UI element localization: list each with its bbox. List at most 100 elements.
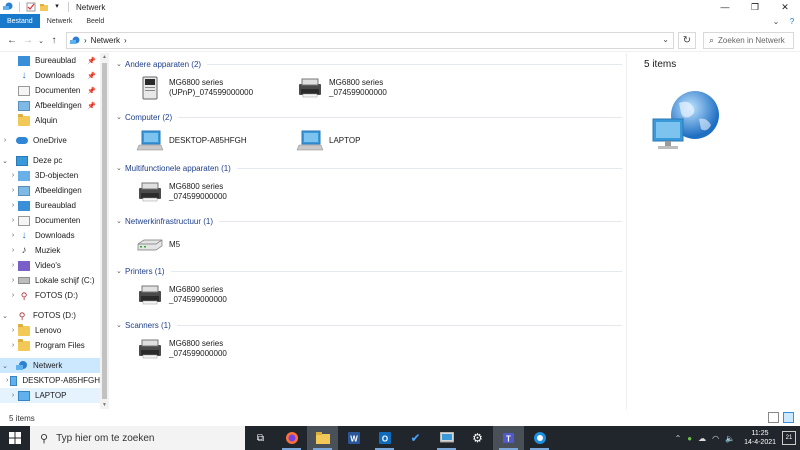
expand-chevron-icon[interactable]: ›	[0, 137, 10, 144]
properties-icon[interactable]	[26, 2, 36, 12]
minimize-button[interactable]: —	[710, 0, 740, 14]
help-icon[interactable]: ?	[784, 17, 800, 26]
wifi-icon[interactable]: ◠	[712, 434, 719, 443]
settings-gear-icon[interactable]: ⚙	[462, 426, 493, 450]
close-button[interactable]: ✕	[770, 0, 800, 14]
app-tray-icon[interactable]: ●	[687, 434, 692, 443]
collapse-chevron-icon[interactable]: ⌄	[0, 312, 10, 320]
address-bar[interactable]: › Netwerk › ⌄	[66, 32, 674, 49]
scroll-down-icon[interactable]: ▼	[100, 401, 109, 409]
expand-chevron-icon[interactable]: ›	[8, 262, 18, 269]
device-item[interactable]: MG6800 series _074599000000	[136, 280, 227, 310]
sidebar-item-lenovo[interactable]: › Lenovo	[0, 323, 100, 338]
group-header[interactable]: ⌄ Printers (1)	[116, 265, 622, 277]
sidebar-item-downloads[interactable]: ↓ Downloads 📌	[0, 68, 100, 83]
expand-chevron-icon[interactable]: ›	[8, 327, 18, 334]
network-app-icon[interactable]	[3, 2, 13, 12]
tab-bestand[interactable]: Bestand	[0, 14, 40, 28]
breadcrumb-chevron-icon[interactable]: ›	[124, 36, 127, 45]
sidebar-item-documenten-2[interactable]: › Documenten	[0, 213, 100, 228]
sidebar-item-alquin[interactable]: Alquin	[0, 113, 100, 128]
device-item[interactable]: MG6800 series _074599000000	[136, 177, 227, 207]
sidebar-item-muziek[interactable]: › ♪ Muziek	[0, 243, 100, 258]
sidebar-item-laptop[interactable]: › LAPTOP	[0, 388, 100, 403]
search-input[interactable]: ⌕ Zoeken in Netwerk	[703, 32, 794, 49]
breadcrumb[interactable]: Netwerk	[91, 36, 120, 45]
group-collapse-icon[interactable]: ⌄	[116, 217, 125, 225]
task-view-icon[interactable]: ⧉	[245, 426, 276, 450]
start-button[interactable]	[0, 426, 30, 450]
sidebar-item-program-files[interactable]: › Program Files	[0, 338, 100, 353]
group-collapse-icon[interactable]: ⌄	[116, 60, 125, 68]
device-item[interactable]: M5	[136, 230, 180, 260]
up-button[interactable]: ↑	[46, 32, 62, 50]
group-header[interactable]: ⌄ Netwerkinfrastructuur (1)	[116, 215, 622, 227]
group-collapse-icon[interactable]: ⌄	[116, 321, 125, 329]
expand-chevron-icon[interactable]: ›	[8, 202, 18, 209]
show-hidden-icons-icon[interactable]: ⌃	[675, 434, 682, 443]
volume-icon[interactable]: 🔈	[725, 434, 735, 443]
clock[interactable]: 11:25 14-4-2021	[744, 429, 776, 447]
quick-access-dropdown-icon[interactable]: ▾	[52, 2, 62, 12]
sidebar-item-afbeeldingen-2[interactable]: › Afbeeldingen	[0, 183, 100, 198]
sidebar-item-documenten[interactable]: Documenten 📌	[0, 83, 100, 98]
sidebar-item-netwerk[interactable]: ⌄ Netwerk	[0, 358, 100, 373]
sidebar-item-desktop-a85hfgh[interactable]: › DESKTOP-A85HFGH	[0, 373, 100, 388]
expand-chevron-icon[interactable]: ›	[8, 172, 18, 179]
sidebar-item-videos[interactable]: › Video's	[0, 258, 100, 273]
sidebar-item-3d-objecten[interactable]: › 3D-objecten	[0, 168, 100, 183]
device-item[interactable]: MG6800 series (UPnP)_074599000000	[136, 73, 253, 103]
expand-chevron-icon[interactable]: ›	[8, 277, 18, 284]
sidebar-item-fotos-d[interactable]: › ⚲ FOTOS (D:)	[0, 288, 100, 303]
group-header[interactable]: ⌄ Andere apparaten (2)	[116, 58, 622, 70]
tab-netwerk[interactable]: Netwerk	[40, 14, 80, 28]
group-collapse-icon[interactable]: ⌄	[116, 113, 125, 121]
sidebar-item-deze-pc[interactable]: ⌄ Deze pc	[0, 153, 100, 168]
word-icon[interactable]: W	[338, 426, 369, 450]
expand-chevron-icon[interactable]: ›	[8, 342, 18, 349]
sidebar-item-downloads-2[interactable]: › ↓ Downloads	[0, 228, 100, 243]
sidebar-item-bureaublad-2[interactable]: › Bureaublad	[0, 198, 100, 213]
group-collapse-icon[interactable]: ⌄	[116, 164, 125, 172]
sidebar-item-onedrive[interactable]: › OneDrive	[0, 133, 100, 148]
expand-chevron-icon[interactable]: ›	[8, 217, 18, 224]
firefox-icon[interactable]	[276, 426, 307, 450]
sidebar-item-fotos-d-root[interactable]: ⌄ ⚲ FOTOS (D:)	[0, 308, 100, 323]
remote-assistance-icon[interactable]	[524, 426, 555, 450]
teams-icon[interactable]: T	[493, 426, 524, 450]
onedrive-tray-icon[interactable]: ☁	[698, 434, 706, 443]
group-header[interactable]: ⌄ Computer (2)	[116, 111, 622, 123]
file-explorer-icon[interactable]	[307, 426, 338, 450]
scroll-up-icon[interactable]: ▲	[100, 53, 109, 61]
expand-chevron-icon[interactable]: ›	[8, 247, 18, 254]
device-item[interactable]: MG6800 series _074599000000	[296, 73, 387, 103]
device-item[interactable]: LAPTOP	[296, 126, 360, 156]
refresh-button[interactable]: ↻	[678, 32, 696, 49]
sidebar-scrollbar[interactable]: ▲ ▼	[100, 53, 109, 409]
sidebar-item-afbeeldingen[interactable]: Afbeeldingen 📌	[0, 98, 100, 113]
group-header[interactable]: ⌄ Scanners (1)	[116, 319, 622, 331]
group-header[interactable]: ⌄ Multifunctionele apparaten (1)	[116, 162, 622, 174]
expand-chevron-icon[interactable]: ›	[8, 187, 18, 194]
details-view-icon[interactable]	[768, 412, 779, 423]
tab-beeld[interactable]: Beeld	[79, 14, 111, 28]
control-panel-icon[interactable]	[431, 426, 462, 450]
collapse-chevron-icon[interactable]: ⌄	[0, 362, 10, 370]
maximize-button[interactable]: ❐	[740, 0, 770, 14]
notification-center-button[interactable]: 21	[782, 431, 796, 445]
device-item[interactable]: DESKTOP-A85HFGH	[136, 126, 247, 156]
forward-button[interactable]: →	[20, 32, 36, 50]
sidebar-item-bureaublad[interactable]: Bureaublad 📌	[0, 53, 100, 68]
expand-chevron-icon[interactable]: ›	[8, 292, 18, 299]
taskbar-search-input[interactable]: ⚲ Typ hier om te zoeken	[30, 426, 245, 450]
expand-chevron-icon[interactable]: ›	[8, 392, 18, 399]
back-button[interactable]: ←	[4, 32, 20, 50]
address-dropdown-icon[interactable]: ⌄	[662, 35, 669, 44]
todo-icon[interactable]: ✔	[400, 426, 431, 450]
scroll-thumb[interactable]	[102, 63, 107, 399]
group-collapse-icon[interactable]: ⌄	[116, 267, 125, 275]
device-item[interactable]: MG6800 series _074599000000	[136, 334, 227, 364]
new-folder-icon[interactable]	[39, 2, 49, 12]
ribbon-expand-icon[interactable]: ⌄	[768, 17, 784, 26]
large-icons-view-icon[interactable]	[783, 412, 794, 423]
